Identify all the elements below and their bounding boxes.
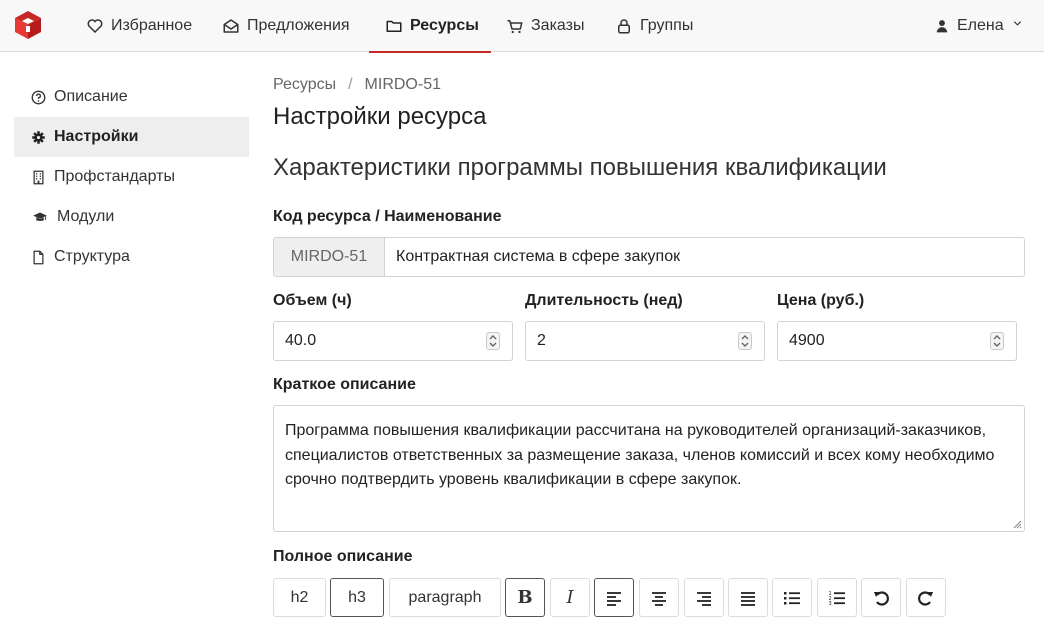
toolbar-bullet-list-button[interactable] (772, 578, 812, 617)
question-circle-icon (31, 90, 46, 104)
short-desc-label: Краткое описание (273, 376, 416, 393)
nav-orders[interactable]: Заказы (506, 0, 584, 52)
bold-icon: B (517, 587, 533, 608)
price-value: 4900 (789, 332, 825, 349)
sidebar-item-profstandards[interactable]: Профстандарты (14, 157, 249, 197)
toolbar-h2-label: h2 (290, 588, 309, 606)
resize-handle-icon[interactable] (1012, 519, 1022, 529)
sidebar-item-label: Настройки (54, 128, 139, 145)
duration-value: 2 (537, 332, 546, 349)
full-desc-label: Полное описание (273, 548, 413, 565)
price-stepper[interactable] (990, 332, 1004, 350)
align-justify-icon (741, 591, 755, 606)
code-name-label: Код ресурса / Наименование (273, 208, 502, 225)
breadcrumb: Ресурсы / MIRDO-51 (273, 76, 441, 94)
duration-stepper[interactable] (738, 332, 752, 350)
toolbar-h3-label: h3 (348, 588, 366, 606)
duration-label: Длительность (нед) (525, 292, 683, 309)
nav-offers-label: Предложения (247, 17, 350, 34)
price-label: Цена (руб.) (777, 292, 865, 309)
sidebar-item-structure[interactable]: Структура (14, 237, 249, 277)
toolbar-italic-button[interactable]: I (550, 578, 590, 617)
user-icon (936, 20, 948, 33)
envelope-open-icon (223, 19, 239, 33)
logo-cube-icon[interactable] (12, 9, 44, 41)
align-left-icon (607, 591, 621, 606)
stepper-arrows-icon (741, 335, 749, 347)
sidebar-item-label: Модули (57, 208, 115, 225)
folder-icon (386, 20, 402, 32)
stepper-arrows-icon (489, 335, 497, 347)
nav-resources-label: Ресурсы (410, 17, 479, 34)
file-icon (33, 250, 44, 264)
bullet-list-icon (784, 591, 800, 604)
nav-groups-label: Группы (640, 17, 694, 34)
sidebar-item-description[interactable]: Описание (14, 77, 249, 117)
building-icon (33, 170, 44, 184)
lock-icon (618, 19, 630, 34)
stepper-arrows-icon (993, 335, 1001, 347)
short-desc-textarea[interactable]: Программа повышения квалификации рассчит… (273, 405, 1025, 532)
toolbar-h3-button[interactable]: h3 (330, 578, 384, 617)
toolbar-align-right-button[interactable] (684, 578, 724, 617)
breadcrumb-root[interactable]: Ресурсы (273, 76, 336, 94)
toolbar-align-center-button[interactable] (639, 578, 679, 617)
sidebar-item-label: Структура (54, 248, 130, 265)
resource-code: MIRDO-51 (274, 238, 385, 276)
resource-name-input[interactable]: Контрактная система в сфере закупок (385, 238, 1024, 276)
code-name-input-group: MIRDO-51 Контрактная система в сфере зак… (273, 237, 1025, 277)
numbered-list-icon: 123 (829, 591, 845, 607)
section-title: Характеристики программы повышения квали… (273, 154, 887, 181)
short-desc-text: Программа повышения квалификации рассчит… (285, 422, 995, 488)
volume-value: 40.0 (285, 332, 317, 349)
volume-label: Объем (ч) (273, 292, 352, 309)
breadcrumb-separator: / (348, 76, 353, 93)
toolbar-bold-button[interactable]: B (505, 578, 545, 617)
page-title: Настройки ресурса (273, 103, 487, 130)
undo-icon (874, 590, 889, 606)
sidebar-item-label: Описание (54, 88, 128, 105)
svg-text:3: 3 (829, 601, 832, 607)
heart-icon (87, 19, 103, 34)
sidebar-item-label: Профстандарты (54, 168, 175, 185)
price-input[interactable]: 4900 (777, 321, 1017, 361)
cart-icon (507, 20, 523, 34)
toolbar-paragraph-button[interactable]: paragraph (389, 578, 501, 617)
sidebar-item-settings[interactable]: Настройки (14, 117, 249, 157)
nav-favorites[interactable]: Избранное (86, 0, 192, 52)
toolbar-align-left-button[interactable] (594, 578, 634, 617)
toolbar-h2-button[interactable]: h2 (273, 578, 326, 617)
align-center-icon (652, 591, 666, 606)
user-name: Елена (957, 17, 1004, 34)
user-menu[interactable]: Елена (935, 0, 1023, 52)
duration-input[interactable]: 2 (525, 321, 765, 361)
volume-stepper[interactable] (486, 332, 500, 350)
toolbar-redo-button[interactable] (906, 578, 946, 617)
top-navbar: Избранное Предложения Ресурсы Заказы Гру… (0, 0, 1044, 53)
nav-groups[interactable]: Группы (615, 0, 693, 52)
toolbar-numbered-list-button[interactable]: 123 (817, 578, 857, 617)
toolbar-undo-button[interactable] (861, 578, 901, 617)
nav-orders-label: Заказы (531, 17, 585, 34)
nav-favorites-label: Избранное (111, 17, 193, 34)
toolbar-paragraph-label: paragraph (408, 588, 482, 606)
nav-resources[interactable]: Ресурсы (369, 0, 491, 53)
redo-icon (918, 590, 933, 606)
sidebar-item-modules[interactable]: Модули (14, 197, 249, 237)
italic-icon: I (566, 587, 574, 608)
align-right-icon (697, 591, 711, 606)
toolbar-justify-button[interactable] (728, 578, 768, 617)
chevron-down-icon (1013, 20, 1021, 26)
volume-input[interactable]: 40.0 (273, 321, 513, 361)
graduation-cap-icon (33, 212, 47, 221)
gear-icon (32, 130, 45, 144)
nav-offers[interactable]: Предложения (222, 0, 350, 52)
breadcrumb-current: MIRDO-51 (364, 76, 441, 93)
